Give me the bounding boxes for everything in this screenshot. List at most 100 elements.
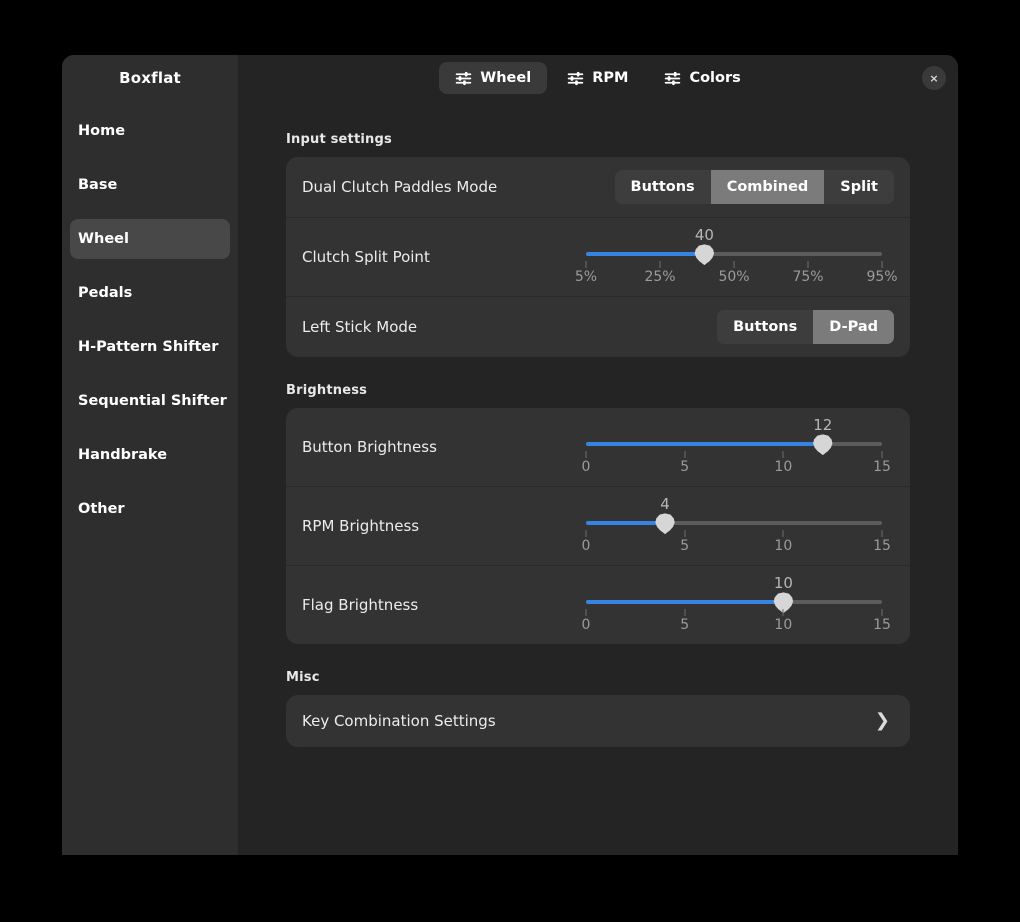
slider-tick-label: 25%	[644, 269, 676, 285]
slider-tick-label: 15	[873, 538, 891, 554]
flag-brightness-slider[interactable]: 10 0 5 10 15	[582, 574, 891, 636]
sidebar-item-wheel[interactable]: Wheel	[70, 219, 230, 259]
slider-tick	[733, 261, 735, 268]
segment-buttons[interactable]: Buttons	[717, 310, 813, 344]
rpm-brightness-slider[interactable]: 4 0 5 10 15	[582, 495, 891, 557]
slider-value: 10	[773, 574, 793, 592]
slider-tick-label: 15	[873, 617, 891, 633]
segment-label: Combined	[726, 179, 809, 195]
slider-ticks	[585, 530, 883, 538]
slider-tick-label: 0	[581, 538, 591, 554]
slider-ticks	[585, 261, 883, 269]
slider-track[interactable]	[586, 521, 882, 525]
button-brightness-slider[interactable]: 12 0 5 10 15	[582, 416, 891, 478]
slider-tick	[881, 609, 883, 616]
app-title: Boxflat	[119, 69, 181, 87]
row-control: Buttons D-Pad	[717, 310, 894, 344]
slider-tick-label: 5%	[574, 269, 598, 285]
segment-buttons[interactable]: Buttons	[615, 170, 711, 204]
slider-tick-label: 5	[680, 459, 690, 475]
slider-tick-labels: 0 5 10 15	[582, 459, 891, 477]
slider-tick-label: 15	[873, 459, 891, 475]
sidebar-item-label: Other	[78, 501, 125, 517]
segment-label: D-Pad	[829, 319, 878, 335]
row-label: Flag Brightness	[302, 596, 419, 614]
sidebar-item-label: Handbrake	[78, 447, 168, 463]
slider-tick	[881, 530, 883, 537]
sidebar-item-label: H-Pattern Shifter	[78, 339, 219, 355]
row-label: RPM Brightness	[302, 517, 420, 535]
slider-fill	[586, 252, 705, 256]
slider-tick-label: 75%	[792, 269, 824, 285]
row-rpm-brightness: RPM Brightness 4 0 5 10 15	[286, 486, 910, 565]
clutch-split-point-slider[interactable]: 40 5% 25% 50% 75% 95%	[575, 226, 898, 288]
slider-tick-label: 10	[774, 617, 793, 633]
slider-value: 12	[813, 416, 833, 434]
row-control: Buttons Combined Split	[614, 170, 894, 204]
tab-wheel[interactable]: Wheel	[439, 62, 548, 94]
slider-tick-label: 95%	[866, 269, 898, 285]
sidebar-item-label: Sequential Shifter	[78, 393, 227, 409]
slider-tick-labels: 0 5 10 15	[582, 538, 891, 556]
slider-track[interactable]	[586, 600, 882, 604]
slider-tick-label: 0	[581, 459, 591, 475]
segment-label: Buttons	[630, 179, 695, 195]
tab-label: Colors	[689, 70, 741, 86]
chevron-right-icon: ❯	[874, 710, 890, 731]
tab-label: RPM	[592, 70, 629, 86]
sidebar-item-sequential-shifter[interactable]: Sequential Shifter	[70, 381, 230, 421]
left-stick-mode-segmented[interactable]: Buttons D-Pad	[717, 310, 894, 344]
slider-tick-label: 10	[774, 538, 793, 554]
section-title-brightness: Brightness	[286, 383, 368, 398]
segment-label: Buttons	[733, 319, 798, 335]
boxflat-window: Boxflat Home Base Wheel Pedals H-Pattern…	[62, 55, 958, 855]
sidebar-item-home[interactable]: Home	[70, 111, 230, 151]
sidebar-item-h-pattern-shifter[interactable]: H-Pattern Shifter	[70, 327, 230, 367]
sidebar: Boxflat Home Base Wheel Pedals H-Pattern…	[62, 55, 238, 855]
slider-tick	[585, 451, 587, 458]
close-window-button[interactable]: ×	[922, 66, 946, 90]
sidebar-item-label: Home	[78, 123, 126, 139]
slider-tick-label: 5	[680, 538, 690, 554]
slider-ticks	[585, 451, 883, 459]
sidebar-item-pedals[interactable]: Pedals	[70, 273, 230, 313]
segment-combined[interactable]: Combined	[710, 170, 825, 204]
header-bar: Wheel RPM Colors ×	[238, 55, 958, 101]
tab-bar: Wheel RPM Colors	[439, 62, 757, 94]
tab-label: Wheel	[480, 70, 532, 86]
input-settings-card: Dual Clutch Paddles Mode Buttons Combine…	[286, 157, 910, 357]
slider-track[interactable]	[586, 442, 882, 446]
segment-d-pad[interactable]: D-Pad	[813, 310, 894, 344]
misc-card: Key Combination Settings ❯	[286, 695, 910, 747]
settings-body: Input settings Dual Clutch Paddles Mode …	[238, 101, 958, 855]
slider-tick-label: 50%	[718, 269, 750, 285]
sidebar-item-label: Pedals	[78, 285, 133, 301]
section-title-input-settings: Input settings	[286, 132, 392, 147]
dual-clutch-mode-segmented[interactable]: Buttons Combined Split	[614, 170, 894, 204]
segment-split[interactable]: Split	[824, 170, 894, 204]
row-label: Left Stick Mode	[302, 318, 418, 336]
sidebar-item-handbrake[interactable]: Handbrake	[70, 435, 230, 475]
content-area: Wheel RPM Colors × Input settings Dual C…	[238, 55, 958, 855]
slider-tick	[585, 609, 587, 616]
slider-tick-label: 10	[774, 459, 793, 475]
slider-ticks	[585, 609, 883, 617]
slider-track[interactable]	[586, 252, 882, 256]
slider-tick	[684, 451, 686, 458]
row-label: Key Combination Settings	[302, 712, 496, 730]
row-label: Clutch Split Point	[302, 248, 430, 266]
tab-rpm[interactable]: RPM	[551, 62, 644, 94]
row-button-brightness: Button Brightness 12 0 5 10 15	[286, 408, 910, 486]
tab-colors[interactable]: Colors	[648, 62, 756, 94]
section-title-misc: Misc	[286, 670, 320, 685]
sliders-icon	[664, 70, 681, 87]
segment-label: Split	[840, 179, 878, 195]
sidebar-item-other[interactable]: Other	[70, 489, 230, 529]
row-key-combination-settings[interactable]: Key Combination Settings ❯	[286, 695, 910, 747]
sidebar-item-base[interactable]: Base	[70, 165, 230, 205]
row-label: Dual Clutch Paddles Mode	[302, 178, 498, 196]
row-label: Button Brightness	[302, 438, 437, 456]
slider-tick	[684, 530, 686, 537]
slider-value: 40	[694, 226, 714, 244]
slider-tick	[782, 530, 784, 537]
